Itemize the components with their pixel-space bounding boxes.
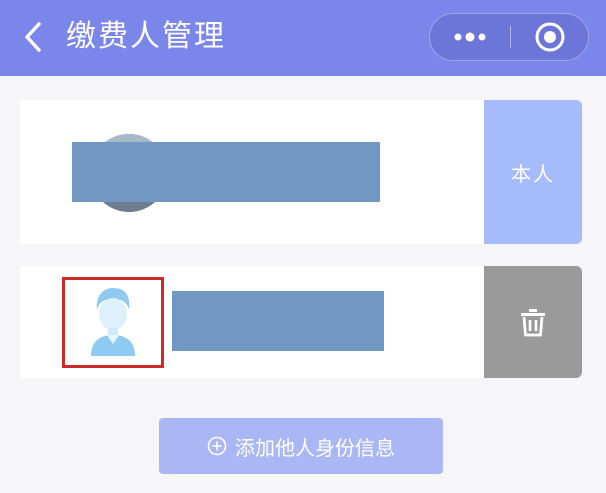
redacted-name <box>72 142 380 202</box>
delete-payer-button[interactable] <box>484 266 582 378</box>
default-user-avatar-icon <box>91 288 135 356</box>
back-button[interactable] <box>16 20 50 54</box>
close-mini-program-button[interactable] <box>511 14 589 60</box>
target-circle-icon <box>535 22 565 52</box>
self-tag-label: 本人 <box>511 161 555 186</box>
add-button-label: 添加他人身份信息 <box>235 435 395 460</box>
nav-bar: 缴费人管理 <box>0 0 606 76</box>
plus-circle-icon <box>207 436 227 456</box>
chevron-left-icon <box>25 22 41 52</box>
self-tag-button[interactable]: 本人 <box>484 100 582 244</box>
more-dots-icon <box>454 32 486 42</box>
add-other-person-button[interactable]: 添加他人身份信息 <box>159 418 443 474</box>
highlighted-avatar-frame <box>62 277 164 368</box>
payer-card-other[interactable] <box>20 266 484 378</box>
redacted-name <box>172 291 384 351</box>
payer-card-self[interactable] <box>20 100 484 244</box>
mini-program-capsule <box>429 13 589 61</box>
page-title: 缴费人管理 <box>66 19 226 54</box>
more-button[interactable] <box>430 14 510 60</box>
trash-icon <box>521 309 545 337</box>
